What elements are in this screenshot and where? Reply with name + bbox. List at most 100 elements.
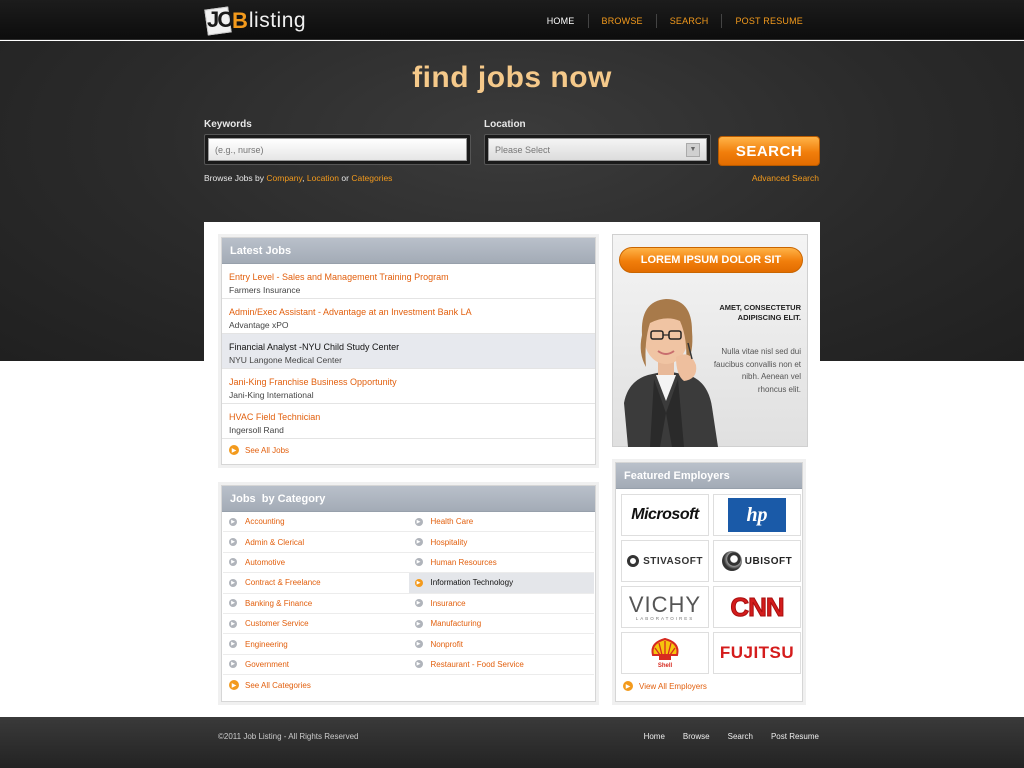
bullet-icon: ▶ bbox=[414, 640, 423, 649]
job-company: Ingersoll Rand bbox=[229, 425, 284, 435]
job-item[interactable]: Jani-King Franchise Business Opportunity… bbox=[222, 369, 595, 404]
logo-b: B bbox=[232, 8, 248, 33]
category-item[interactable]: ▶ Government bbox=[223, 655, 409, 676]
category-item[interactable]: ▶ Restaurant - Food Service bbox=[408, 655, 594, 676]
arrow-right-icon: ▶ bbox=[229, 680, 239, 691]
job-title[interactable]: Entry Level - Sales and Management Train… bbox=[229, 271, 588, 283]
category-label: Automotive bbox=[245, 557, 286, 567]
footer-link-home[interactable]: Home bbox=[644, 732, 665, 741]
category-label: Hospitality bbox=[430, 537, 468, 547]
employer-logo-hp[interactable]: hp bbox=[713, 494, 801, 536]
job-company: Farmers Insurance bbox=[229, 285, 301, 295]
bullet-icon: ▶ bbox=[229, 640, 237, 649]
category-item[interactable]: ▶ Insurance bbox=[408, 594, 594, 614]
employer-logo-vichy[interactable]: VICHY LABORATOIRES bbox=[621, 586, 709, 628]
category-label: Contract & Freelance bbox=[245, 578, 321, 588]
category-item[interactable]: ▶ Engineering bbox=[223, 634, 409, 655]
category-item[interactable]: ▶ Hospitality bbox=[408, 532, 594, 553]
main-nav: HOME BROWSE SEARCH POST RESUME bbox=[534, 14, 816, 28]
category-grid: ▶ Accounting ▶ Admin & Clerical ▶ Automotiv… bbox=[222, 512, 595, 676]
job-title[interactable]: Financial Analyst -NYU Child Study Cente… bbox=[229, 341, 588, 353]
vichy-logo-text: VICHY bbox=[628, 591, 702, 617]
nav-post-resume[interactable]: POST RESUME bbox=[721, 14, 816, 28]
category-item[interactable]: ▶ Banking & Finance bbox=[223, 594, 409, 614]
job-item[interactable]: Financial Analyst -NYU Child Study Cente… bbox=[222, 334, 595, 369]
top-bar: JO B listing HOME BROWSE SEARCH POST RES… bbox=[0, 0, 1024, 40]
search-button[interactable]: SEARCH bbox=[718, 136, 820, 166]
nav-search[interactable]: SEARCH bbox=[655, 14, 722, 28]
bullet-icon: ▶ bbox=[229, 538, 237, 547]
cnn-logo-text: CNN bbox=[730, 591, 785, 622]
category-item[interactable]: ▶ Health Care bbox=[408, 512, 594, 533]
category-label: Accounting bbox=[245, 517, 285, 527]
logo-badge: JO bbox=[204, 6, 234, 36]
category-item[interactable]: ▶ Information Technology bbox=[408, 573, 594, 594]
job-item[interactable]: Admin/Exec Assistant - Advantage at an I… bbox=[222, 299, 595, 334]
employer-logo-ubisoft[interactable]: UBISOFT bbox=[713, 540, 801, 582]
footer-link-search[interactable]: Search bbox=[728, 732, 753, 741]
category-item[interactable]: ▶ Human Resources bbox=[408, 553, 594, 574]
latest-jobs-box: Latest Jobs Entry Level - Sales and Mana… bbox=[221, 237, 596, 465]
view-all-employers-label: View All Employers bbox=[639, 681, 707, 691]
view-all-employers-link[interactable]: ▶ View All Employers bbox=[616, 674, 802, 698]
nav-home[interactable]: HOME bbox=[534, 14, 588, 28]
logo[interactable]: JO B listing bbox=[204, 5, 306, 37]
keywords-field-wrap bbox=[204, 134, 471, 165]
see-all-jobs-link[interactable]: ▶ See All Jobs bbox=[222, 439, 595, 461]
category-label: Nonprofit bbox=[430, 639, 463, 649]
category-label: Human Resources bbox=[430, 557, 497, 567]
promo-banner[interactable]: LOREM IPSUM DOLOR SIT AMET, CONSECTETUR … bbox=[612, 234, 808, 447]
employer-logo-microsoft[interactable]: Microsoft bbox=[621, 494, 709, 536]
location-select[interactable]: Please Select ▼ bbox=[488, 138, 707, 161]
category-item[interactable]: ▶ Automotive bbox=[223, 553, 409, 574]
advanced-search-link[interactable]: Advanced Search bbox=[752, 173, 819, 183]
category-item[interactable]: ▶ Admin & Clerical bbox=[223, 532, 409, 553]
bullet-icon: ▶ bbox=[414, 619, 423, 628]
employer-logo-stivasoft[interactable]: STIVASOFT bbox=[621, 540, 709, 582]
chevron-down-icon[interactable]: ▼ bbox=[686, 142, 700, 157]
bullet-icon: ▶ bbox=[229, 578, 237, 587]
job-title[interactable]: HVAC Field Technician bbox=[229, 411, 588, 423]
category-item[interactable]: ▶ Nonprofit bbox=[408, 634, 594, 655]
job-title[interactable]: Admin/Exec Assistant - Advantage at an I… bbox=[229, 306, 588, 318]
employer-logo-fujitsu[interactable]: FUJITSU bbox=[713, 632, 801, 674]
job-title[interactable]: Jani-King Franchise Business Opportunity bbox=[229, 376, 588, 388]
featured-employers-box: Featured Employers Microsoft hp STIVASOF… bbox=[615, 462, 803, 702]
keywords-input[interactable] bbox=[208, 138, 467, 161]
category-label: Manufacturing bbox=[430, 619, 482, 629]
promo-button[interactable]: LOREM IPSUM DOLOR SIT bbox=[619, 247, 803, 273]
category-label: Admin & Clerical bbox=[245, 537, 305, 547]
category-item[interactable]: ▶ Manufacturing bbox=[408, 614, 594, 635]
category-item[interactable]: ▶ Contract & Freelance bbox=[223, 573, 409, 594]
keywords-label: Keywords bbox=[204, 119, 252, 130]
bullet-icon: ▶ bbox=[229, 599, 237, 608]
promo-heading: AMET, CONSECTETUR ADIPISCING ELIT. bbox=[705, 303, 801, 323]
footer-link-post-resume[interactable]: Post Resume bbox=[771, 732, 819, 741]
employer-logo-cnn[interactable]: CNN bbox=[713, 586, 801, 628]
ubisoft-logo-text: UBISOFT bbox=[744, 555, 793, 567]
fujitsu-logo-text: FUJITSU bbox=[719, 643, 795, 662]
browse-categories-link[interactable]: Categories bbox=[351, 173, 392, 183]
hero-title: find jobs now bbox=[412, 61, 612, 94]
job-company: Jani-King International bbox=[229, 390, 314, 400]
categories-box: Jobs by Category ▶ Accounting ▶ Admin & Cl… bbox=[221, 485, 596, 702]
promo-body: Nulla vitae nisl sed dui faucibus conval… bbox=[713, 347, 801, 394]
category-item[interactable]: ▶ Accounting bbox=[223, 512, 409, 533]
see-all-jobs-label: See All Jobs bbox=[245, 445, 290, 455]
employer-logo-shell[interactable]: Shell bbox=[621, 632, 709, 674]
job-item[interactable]: HVAC Field Technician Ingersoll Rand bbox=[222, 404, 595, 439]
location-selected-value: Please Select bbox=[495, 144, 551, 155]
bullet-icon: ▶ bbox=[414, 660, 423, 669]
location-label: Location bbox=[484, 119, 526, 130]
category-label: Banking & Finance bbox=[245, 598, 313, 608]
category-item[interactable]: ▶ Customer Service bbox=[223, 614, 409, 635]
footer-link-browse[interactable]: Browse bbox=[683, 732, 710, 741]
job-item[interactable]: Entry Level - Sales and Management Train… bbox=[222, 264, 595, 299]
browse-company-link[interactable]: Company bbox=[266, 173, 302, 183]
bullet-icon: ▶ bbox=[414, 538, 423, 547]
see-all-categories-link[interactable]: ▶ See All Categories bbox=[222, 675, 595, 695]
browse-location-link[interactable]: Location bbox=[307, 173, 339, 183]
nav-browse[interactable]: BROWSE bbox=[587, 14, 656, 28]
category-label: Insurance bbox=[430, 598, 466, 608]
logo-jo: JO bbox=[207, 7, 234, 32]
